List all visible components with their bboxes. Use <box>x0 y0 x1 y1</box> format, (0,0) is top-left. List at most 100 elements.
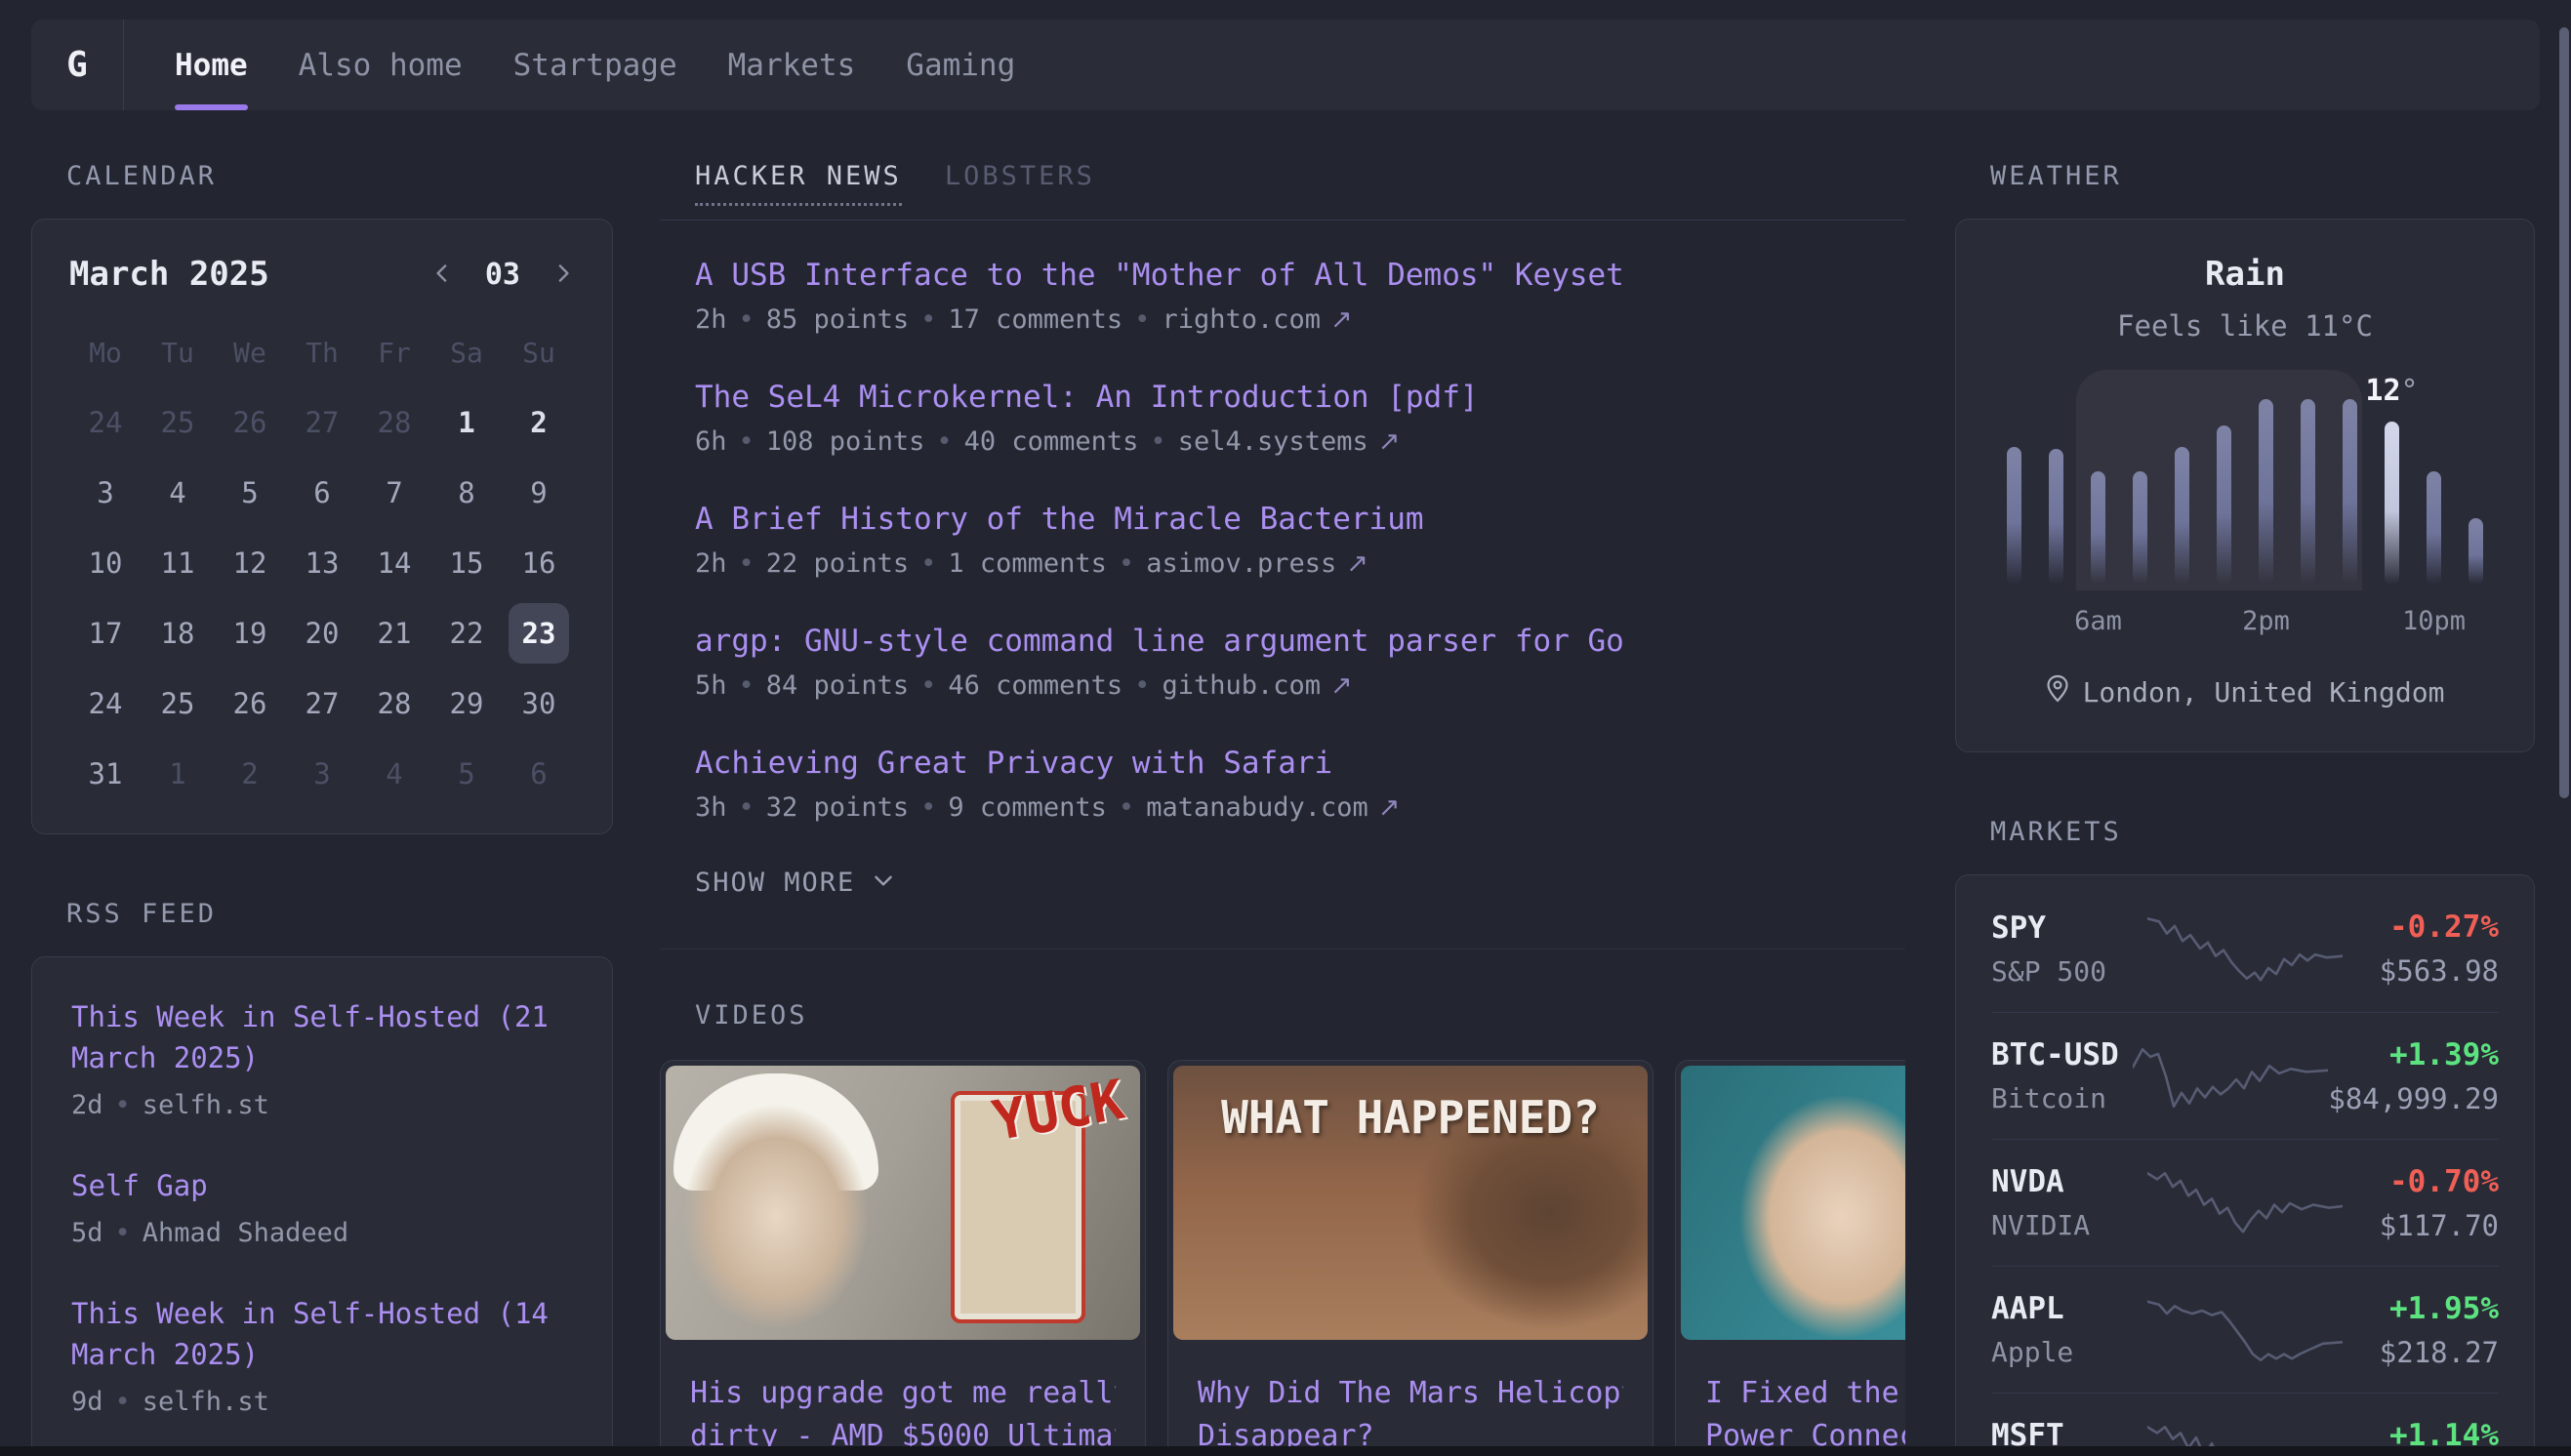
video-card[interactable]: YUCKHis upgrade got me reallydirty - AMD… <box>660 1060 1146 1456</box>
nav-tab-gaming[interactable]: Gaming <box>906 20 1015 110</box>
market-values: +1.95%$218.27 <box>2343 1291 2499 1369</box>
market-sparkline <box>2147 1164 2343 1242</box>
calendar-day-28: 28 <box>358 673 430 734</box>
story-item: Achieving Great Privacy with Safari3h•32… <box>695 746 1870 823</box>
calendar-day-20: 20 <box>286 603 358 664</box>
weather-bar-slot: 6am <box>2091 399 2105 585</box>
rss-item: Self Gap 5d•Ahmad Shadeed <box>71 1165 573 1248</box>
video-card[interactable]: WHAT HAPPENED? Why Did The Mars Helicopte… <box>1167 1060 1653 1456</box>
market-name: Bitcoin <box>1991 1082 2133 1114</box>
weather-location: London, United Kingdom <box>2083 676 2445 708</box>
video-title-line: His upgrade got me really <box>690 1372 1116 1415</box>
calendar-next-button[interactable] <box>550 261 575 289</box>
story-meta-part: 6h <box>695 426 727 457</box>
rss-item-title[interactable]: Self Gap <box>71 1169 208 1202</box>
story-title[interactable]: Achieving Great Privacy with Safari <box>695 746 1332 781</box>
market-row-aapl[interactable]: AAPLApple+1.95%$218.27 <box>1991 1266 2499 1393</box>
market-name: S&P 500 <box>1991 955 2147 988</box>
rss-item-source: selfh.st <box>143 1090 269 1120</box>
weather-bar-slot <box>2049 399 2063 585</box>
chevron-down-icon <box>871 868 896 898</box>
story-source-link[interactable]: sel4.systems <box>1178 426 1368 457</box>
meta-separator-dot: • <box>1122 670 1162 701</box>
story-title[interactable]: A USB Interface to the "Mother of All De… <box>695 258 1624 293</box>
news-tab-lobsters[interactable]: LOBSTERS <box>945 161 1095 206</box>
calendar-prev-button[interactable] <box>430 261 456 289</box>
meta-separator-dot: • <box>727 670 766 701</box>
calendar-day-value: 26 <box>233 406 267 439</box>
calendar-day-value: 11 <box>161 546 195 580</box>
weather-feels-like: Feels like 11°C <box>1989 309 2501 343</box>
rss-item: This Week in Self-Hosted (21 March 2025)… <box>71 996 573 1120</box>
story-title[interactable]: argp: GNU-style command line argument pa… <box>695 624 1624 659</box>
calendar-day-21: 21 <box>358 603 430 664</box>
rss-item-meta: 5d•Ahmad Shadeed <box>71 1218 573 1248</box>
weather-temp-bar <box>2259 399 2273 585</box>
story-source-link[interactable]: matanabudy.com <box>1146 792 1368 823</box>
app-logo-letter: G <box>66 45 88 85</box>
meta-separator-dot: • <box>103 1387 143 1417</box>
market-row-btc-usd[interactable]: BTC-USDBitcoin +1.39%$84,999.29 <box>1991 1012 2499 1139</box>
calendar-day-5: 5 <box>214 463 286 523</box>
weather-hourly-chart: 6am2pm12°10pm <box>2007 399 2483 585</box>
video-thumbnail[interactable]: WHAT HAPPENED? <box>1173 1066 1648 1340</box>
market-change: +1.95% <box>2343 1291 2499 1326</box>
weather-bar-slot: 10pm <box>2427 399 2441 585</box>
video-thumbnail[interactable]: DO TH T <box>1681 1066 1905 1340</box>
nav-tab-startpage[interactable]: Startpage <box>513 20 677 110</box>
calendar-day-value: 29 <box>450 687 484 720</box>
story-source-link[interactable]: asimov.press <box>1146 548 1336 579</box>
market-row-spy[interactable]: SPYS&P 500-0.27%$563.98 <box>1991 885 2499 1012</box>
meta-separator-dot: • <box>103 1218 143 1248</box>
nav-tab-home[interactable]: Home <box>175 20 248 110</box>
app-logo[interactable]: G <box>31 20 124 110</box>
page-scrollbar-track <box>2557 0 2571 1456</box>
weather-hour-label: 2pm <box>2242 606 2290 636</box>
chevron-right-icon <box>550 261 575 289</box>
story-title[interactable]: A Brief History of the Miracle Bacterium <box>695 502 1424 537</box>
story-meta: 2h•22 points•1 comments•asimov.press↗ <box>695 548 1870 579</box>
nav-tab-also-home[interactable]: Also home <box>299 20 463 110</box>
weather-temp-bar <box>2301 399 2315 585</box>
market-row-nvda[interactable]: NVDANVIDIA-0.70%$117.70 <box>1991 1139 2499 1266</box>
rss-item-title[interactable]: This Week in Self-Hosted (14 March 2025) <box>71 1297 549 1371</box>
story-title[interactable]: The SeL4 Microkernel: An Introduction [p… <box>695 380 1479 415</box>
thumbnail-text: WHAT HAPPENED? <box>1173 1091 1648 1144</box>
video-thumbnail[interactable]: YUCK <box>666 1066 1140 1340</box>
calendar-day-15: 15 <box>430 533 503 593</box>
rss-item-title[interactable]: This Week in Self-Hosted (21 March 2025) <box>71 1000 549 1074</box>
news-show-more-label: SHOW MORE <box>695 868 855 898</box>
calendar-day-26: 26 <box>214 673 286 734</box>
video-card[interactable]: DO TH TI Fixed the 5Power Connect3d•Linu… <box>1675 1060 1905 1456</box>
news-tab-hacker-news[interactable]: HACKER NEWS <box>695 161 902 206</box>
rss-heading: RSS FEED <box>31 899 613 929</box>
rss-item-source: selfh.st <box>143 1387 269 1417</box>
story-meta-part: 2h <box>695 548 727 579</box>
page-scrollbar-thumb[interactable] <box>2559 27 2569 798</box>
calendar-weekday-su: Su <box>503 329 575 383</box>
story-source-link[interactable]: righto.com <box>1162 304 1321 335</box>
weather-bar-slot <box>2469 399 2483 585</box>
nav-tab-markets[interactable]: Markets <box>728 20 856 110</box>
calendar-day-22: 22 <box>430 603 503 664</box>
calendar-day-3: 3 <box>69 463 142 523</box>
story-item: argp: GNU-style command line argument pa… <box>695 624 1870 701</box>
calendar-day-value: 1 <box>458 406 474 439</box>
market-values: -0.70%$117.70 <box>2343 1164 2499 1242</box>
rss-widget: This Week in Self-Hosted (21 March 2025)… <box>31 956 613 1456</box>
news-show-more-button[interactable]: SHOW MORE <box>695 868 896 898</box>
calendar-day-value: 3 <box>313 757 330 790</box>
market-id: BTC-USDBitcoin <box>1991 1037 2133 1114</box>
video-title[interactable]: Why Did The Mars HelicopterDisappear? <box>1168 1345 1653 1456</box>
markets-widget: SPYS&P 500-0.27%$563.98 BTC-USDBitcoin +1.… <box>1955 874 2535 1456</box>
calendar-day-value: 22 <box>450 617 484 650</box>
meta-separator-dot: • <box>909 670 948 701</box>
video-title[interactable]: I Fixed the 5Power Connect <box>1676 1345 1905 1456</box>
calendar-day-value: 12 <box>233 546 267 580</box>
story-source-link[interactable]: github.com <box>1162 670 1321 701</box>
market-values: +1.39%$84,999.29 <box>2328 1037 2499 1115</box>
calendar-day-value: 25 <box>161 406 195 439</box>
video-title[interactable]: His upgrade got me reallydirty - AMD $50… <box>661 1345 1145 1456</box>
calendar-day-26: 26 <box>214 392 286 453</box>
calendar-day-value: 4 <box>169 476 185 509</box>
